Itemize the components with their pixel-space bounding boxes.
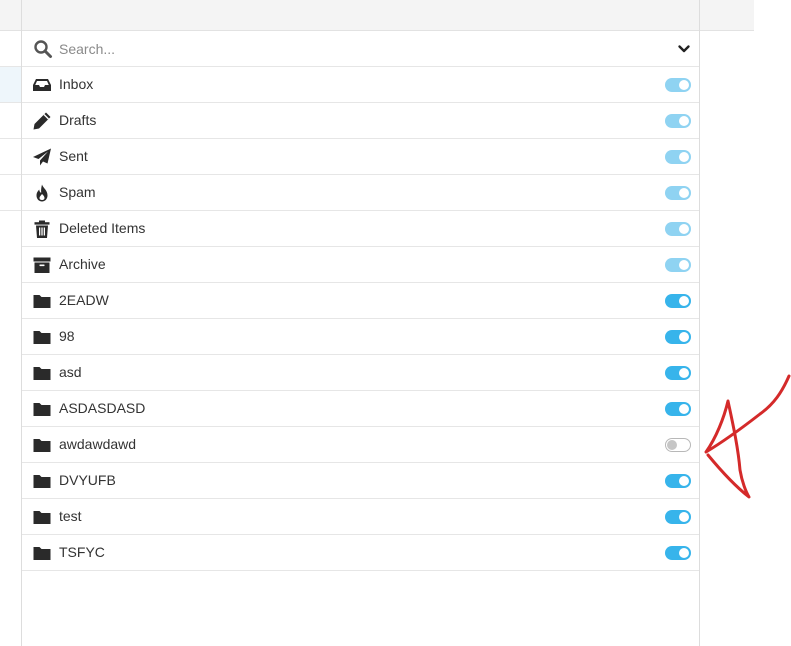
folder-name: 98 [59,328,75,344]
folder-name: Spam [59,184,96,200]
subscribe-toggle [665,114,691,128]
toggle-knob [679,188,689,198]
inbox-icon [32,75,52,95]
toggle-knob [679,116,689,126]
toggle-knob [679,80,689,90]
folder-name: asd [59,364,82,380]
folder-list-panel: Inbox Drafts Sent Spam Deleted Items Archive 2… [21,0,700,646]
subscribe-toggle[interactable] [665,330,691,344]
toggle-knob [679,296,689,306]
folder-icon [32,543,52,563]
folder-row-inbox[interactable]: Inbox [22,67,699,103]
list-row[interactable] [0,103,22,139]
search-input[interactable] [58,38,619,60]
folder-icon [32,291,52,311]
toggle-knob [667,440,677,450]
toggle-knob [679,260,689,270]
folder-name: TSFYC [59,544,105,560]
folder-row-asdasdasd[interactable]: ASDASDASD [22,391,699,427]
folder-manager-screen: Inbox Drafts Sent Spam Deleted Items Archive 2… [0,0,791,646]
folder-row-asd[interactable]: asd [22,355,699,391]
subscribe-toggle[interactable] [665,510,691,524]
chevron-down-icon[interactable] [677,42,691,56]
paper-plane-icon [32,147,52,167]
folder-row-awdawdawd[interactable]: awdawdawd [22,427,699,463]
folder-row-tsfyc[interactable]: TSFYC [22,535,699,571]
subscribe-toggle[interactable] [665,294,691,308]
toggle-knob [679,152,689,162]
folder-icon [32,435,52,455]
subscribe-toggle [665,222,691,236]
folder-name: Inbox [59,76,94,92]
folder-name: 2EADW [59,292,109,308]
toggle-knob [679,476,689,486]
folder-row-98[interactable]: 98 [22,319,699,355]
subscribe-toggle[interactable] [665,402,691,416]
folder-list: Inbox Drafts Sent Spam Deleted Items Archive 2… [22,67,699,571]
toggle-knob [679,332,689,342]
folder-icon [32,399,52,419]
folder-row-2eadw[interactable]: 2EADW [22,283,699,319]
trash-icon [32,219,52,239]
folder-name: Sent [59,148,88,164]
toggle-knob [679,368,689,378]
subscribe-toggle[interactable] [665,366,691,380]
subscribe-toggle [665,186,691,200]
archive-box-icon [32,255,52,275]
folder-row-sent[interactable]: Sent [22,139,699,175]
subscribe-toggle [665,258,691,272]
folder-name: Drafts [59,112,97,128]
search-bar [22,31,699,67]
message-list-edge [0,31,22,646]
subscribe-toggle [665,150,691,164]
subscribe-toggle[interactable] [665,546,691,560]
toggle-knob [679,404,689,414]
folder-row-spam[interactable]: Spam [22,175,699,211]
subscribe-toggle[interactable] [665,474,691,488]
folder-name: awdawdawd [59,436,137,452]
folder-name: test [59,508,82,524]
folder-name: DVYUFB [59,472,116,488]
toggle-knob [679,224,689,234]
subscribe-toggle[interactable] [665,438,691,452]
folder-name: Archive [59,256,106,272]
folder-icon [32,471,52,491]
fire-icon [32,183,52,203]
list-row[interactable] [0,139,22,175]
folder-icon [32,363,52,383]
toggle-knob [679,548,689,558]
folder-icon [32,327,52,347]
folder-icon [32,507,52,527]
folder-row-dvyufb[interactable]: DVYUFB [22,463,699,499]
folder-name: ASDASDASD [59,400,146,416]
folder-row-drafts[interactable]: Drafts [22,103,699,139]
list-row-selected[interactable] [0,67,22,103]
folder-row-test[interactable]: test [22,499,699,535]
search-icon [34,40,52,58]
subscribe-toggle [665,78,691,92]
folder-row-deleted-items[interactable]: Deleted Items [22,211,699,247]
folder-name: Deleted Items [59,220,146,236]
toggle-knob [679,512,689,522]
pencil-icon [32,111,52,131]
folder-row-archive[interactable]: Archive [22,247,699,283]
list-row[interactable] [0,175,22,211]
panel-header [22,0,699,31]
list-row[interactable] [0,31,22,67]
